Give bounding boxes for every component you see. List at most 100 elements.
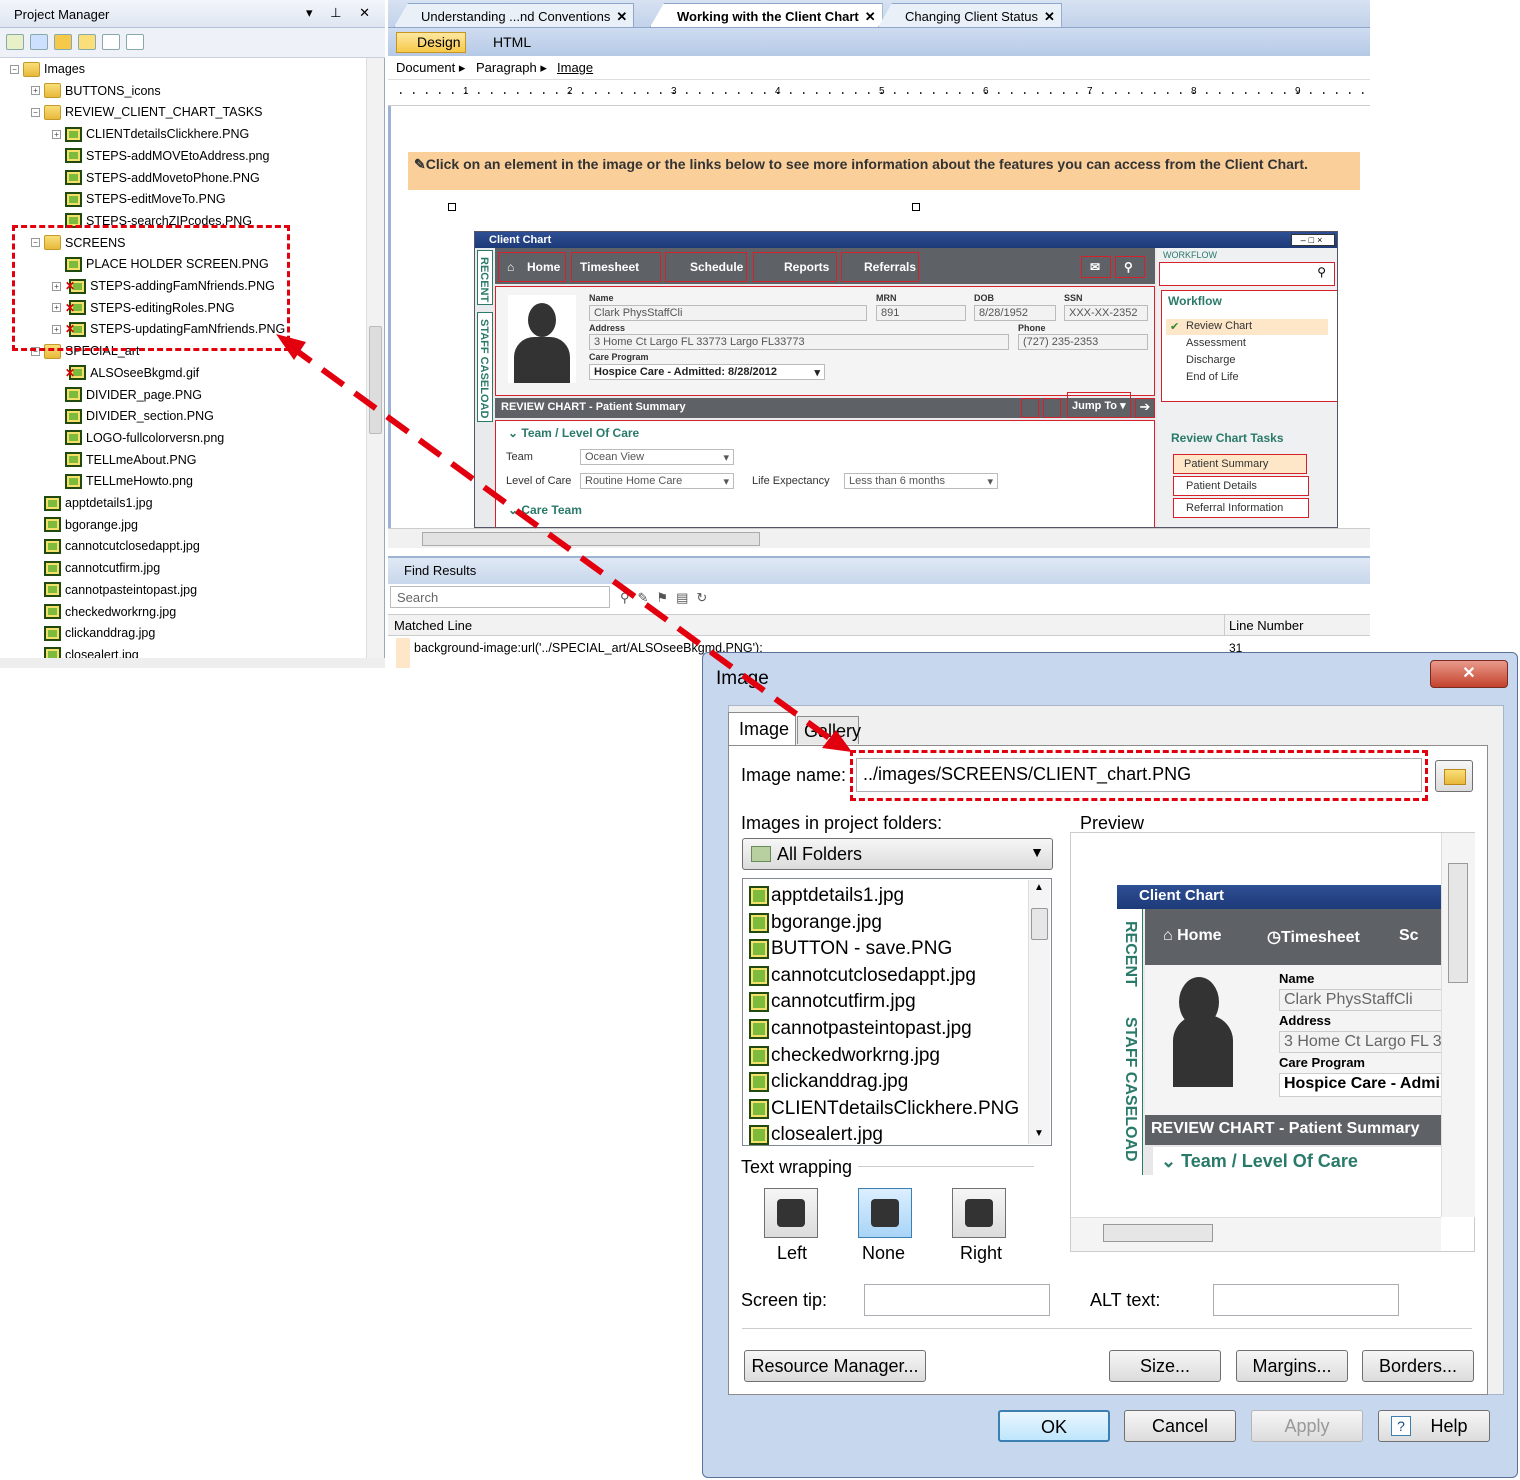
design-mode-button[interactable]: Design	[396, 32, 466, 53]
recent-side-tab[interactable]: RECENT	[477, 250, 493, 305]
tree-node[interactable]: TELLmeAbout.PNG	[52, 450, 196, 470]
expander-icon[interactable]: +	[31, 86, 40, 96]
task-patient-details[interactable]: Patient Details	[1173, 476, 1309, 496]
task-referral-information[interactable]: Referral Information	[1173, 498, 1309, 518]
workflow-discharge[interactable]: Discharge	[1186, 354, 1236, 366]
help-icon[interactable]	[102, 34, 120, 50]
resize-handle[interactable]	[448, 203, 456, 211]
breadcrumb-image[interactable]: Image	[557, 60, 593, 75]
close-tab-icon[interactable]: ✕	[1044, 9, 1055, 24]
scroll-thumb[interactable]	[422, 532, 760, 546]
nav-timesheet[interactable]: Timesheet	[571, 252, 661, 282]
collapse-all-icon[interactable]	[1021, 398, 1039, 418]
apply-button[interactable]: Apply	[1251, 1410, 1363, 1442]
tree-node[interactable]: cannotcutclosedappt.jpg	[31, 536, 200, 556]
tree-node[interactable]: − REVIEW_CLIENT_CHART_TASKS	[31, 102, 263, 122]
tree-horizontal-scrollbar[interactable]	[0, 658, 385, 668]
tree-node[interactable]: STEPS-editMoveTo.PNG	[52, 189, 226, 209]
tree-node[interactable]: − Images	[10, 59, 85, 79]
tree-node[interactable]: STEPS-addMOVEtoAddress.png	[52, 146, 269, 166]
tree-node[interactable]: cannotpasteintopast.jpg	[31, 580, 197, 600]
tree-node[interactable]: clickanddrag.jpg	[31, 623, 155, 643]
tab-changing-client-status[interactable]: Changing Client Status ✕	[878, 3, 1062, 27]
find-toolbar-icons[interactable]: ⚲✎⚑▤↻	[620, 590, 730, 606]
binoculars-icon[interactable]	[6, 34, 24, 50]
tree-node[interactable]: + CLIENTdetailsClickhere.PNG	[52, 124, 249, 144]
project-image-list[interactable]: apptdetails1.jpg bgorange.jpg BUTTON - sav…	[742, 878, 1052, 1146]
size-button[interactable]: Size...	[1109, 1350, 1221, 1382]
expander-icon[interactable]: +	[52, 129, 61, 139]
file-list-item[interactable]: checkedworkrng.jpg	[749, 1043, 940, 1069]
scroll-down-icon[interactable]: ▼	[1034, 1128, 1044, 1139]
close-tab-icon[interactable]: ✕	[616, 9, 627, 24]
nav-schedule[interactable]: Schedule	[665, 252, 747, 282]
patient-header[interactable]: Name Clark PhysStaffCli MRN 891 DOB 8/28…	[495, 286, 1155, 396]
breadcrumb-paragraph[interactable]: Paragraph ▸	[476, 60, 547, 76]
tree-node[interactable]: STEPS-addMovetoPhone.PNG	[52, 168, 260, 188]
tree-node[interactable]: ✕ ALSOseeBkgmd.gif	[52, 363, 199, 383]
next-arrow-icon[interactable]: ➔	[1135, 398, 1155, 418]
resize-handle[interactable]	[912, 203, 920, 211]
tab-understanding[interactable]: Understanding ...nd Conventions ✕	[394, 3, 635, 27]
help-button[interactable]: ? Help	[1378, 1410, 1490, 1442]
filter-icon[interactable]	[30, 34, 48, 50]
wrap-left-button[interactable]	[764, 1188, 818, 1238]
expander-icon[interactable]: −	[10, 64, 19, 74]
file-list-item[interactable]: cannotcutclosedappt.jpg	[749, 963, 976, 989]
wrap-right-button[interactable]	[952, 1188, 1006, 1238]
folder-select[interactable]: All Folders ▼	[742, 838, 1053, 870]
alt-text-input[interactable]	[1213, 1284, 1399, 1316]
tree-node[interactable]: DIVIDER_section.PNG	[52, 406, 214, 426]
tree-node[interactable]: checkedworkrng.jpg	[31, 602, 176, 622]
level-of-care-select[interactable]: Routine Home Care ▾	[580, 473, 734, 489]
tree-node[interactable]: + BUTTONS_icons	[31, 81, 161, 101]
find-icon[interactable]	[126, 34, 144, 50]
workflow-search[interactable]: ⚲	[1159, 262, 1335, 286]
nav-home[interactable]: ⌂ Home	[498, 252, 566, 282]
browse-folder-button[interactable]	[1435, 760, 1473, 792]
staff-caseload-side-tab[interactable]: STAFF CASELOAD	[477, 312, 493, 422]
task-patient-summary[interactable]: Patient Summary	[1173, 454, 1307, 474]
mail-icon[interactable]: ✉	[1081, 256, 1111, 278]
folder-icon[interactable]	[78, 34, 96, 50]
file-list-item[interactable]: cannotcutfirm.jpg	[749, 989, 916, 1015]
file-list-item[interactable]: closealert.jpg	[749, 1122, 883, 1145]
nav-reports[interactable]: Reports	[753, 252, 837, 282]
nav-referrals[interactable]: Referrals	[841, 252, 919, 282]
file-list-item[interactable]: BUTTON - save.PNG	[749, 936, 952, 962]
workflow-panel[interactable]: Workflow ✔ Review Chart Assessment Disch…	[1161, 290, 1337, 402]
expand-all-icon[interactable]	[1043, 398, 1061, 418]
workflow-assessment[interactable]: Assessment	[1186, 337, 1246, 349]
care-program-select[interactable]: Hospice Care - Admitted: 8/28/2012 ▾	[589, 364, 825, 380]
file-list-item[interactable]: CLIENTdetailsClickhere.PNG	[749, 1096, 1019, 1122]
screen-tip-input[interactable]	[864, 1284, 1050, 1316]
tree-node[interactable]: bgorange.jpg	[31, 515, 138, 535]
tree-node[interactable]: apptdetails1.jpg	[31, 493, 153, 513]
section-team-level[interactable]: ⌄ Team / Level Of Care	[508, 426, 639, 440]
tree-node[interactable]: cannotcutfirm.jpg	[31, 558, 160, 578]
tree-node[interactable]: TELLmeHowto.png	[52, 471, 193, 491]
file-list-item[interactable]: apptdetails1.jpg	[749, 883, 904, 909]
find-search-input[interactable]: Search	[390, 586, 610, 608]
tree-node[interactable]: closealert.jpg	[31, 645, 139, 658]
scroll-thumb[interactable]	[1103, 1224, 1213, 1242]
scroll-thumb[interactable]	[1448, 863, 1468, 983]
ok-button[interactable]: OK	[998, 1410, 1110, 1442]
file-list-item[interactable]: cannotpasteintopast.jpg	[749, 1016, 972, 1042]
team-select[interactable]: Ocean View ▾	[580, 449, 734, 465]
html-mode-button[interactable]: HTML	[472, 32, 536, 53]
file-list-scrollbar[interactable]: ▲ ▼	[1028, 880, 1050, 1144]
window-controls[interactable]: –□×	[1291, 234, 1335, 246]
scroll-thumb[interactable]	[1031, 908, 1048, 940]
scroll-up-icon[interactable]: ▲	[1034, 882, 1044, 893]
workflow-end-of-life[interactable]: End of Life	[1186, 371, 1239, 383]
scroll-thumb[interactable]	[369, 326, 382, 434]
editor-horizontal-scrollbar[interactable]	[388, 528, 1370, 548]
file-list-item[interactable]: clickanddrag.jpg	[749, 1069, 908, 1095]
close-tab-icon[interactable]: ✕	[865, 9, 876, 24]
client-chart-image[interactable]: Client Chart –□× RECENT STAFF CASELOAD ⌂…	[474, 231, 1338, 528]
section-care-team[interactable]: ⌄ Care Team	[508, 503, 582, 517]
tab-gallery[interactable]: Gallery	[797, 716, 861, 744]
cancel-button[interactable]: Cancel	[1124, 1410, 1236, 1442]
tree-vertical-scrollbar[interactable]	[366, 58, 384, 658]
